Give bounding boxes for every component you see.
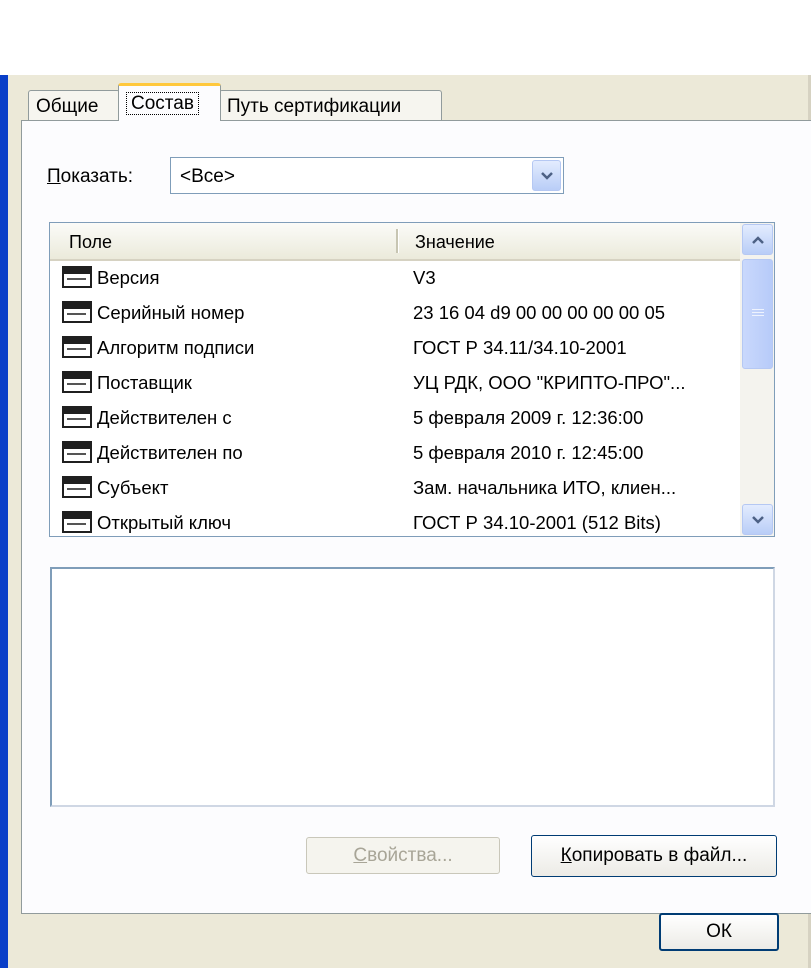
tab-certification-path-label: Путь сертификации xyxy=(227,96,402,117)
list-item-field: Субъект xyxy=(97,477,169,498)
list-item[interactable]: Действителен с 5 февраля 2009 г. 12:36:0… xyxy=(50,401,740,436)
certificate-field-icon xyxy=(62,336,92,358)
list-item-value: ГОСТ Р 34.11/34.10-2001 xyxy=(413,337,627,358)
certificate-field-icon xyxy=(62,441,92,463)
list-item[interactable]: Субъект Зам. начальника ИТО, клиен... xyxy=(50,471,740,506)
list-item[interactable]: Действителен по 5 февраля 2010 г. 12:45:… xyxy=(50,436,740,471)
list-item-value: 23 16 04 d9 00 00 00 00 00 05 xyxy=(413,302,666,323)
chevron-down-icon[interactable] xyxy=(532,160,561,191)
certificate-field-icon xyxy=(62,406,92,428)
list-item-field: Серийный номер xyxy=(97,302,245,323)
show-label: Показать: xyxy=(47,166,134,187)
field-detail-box[interactable] xyxy=(50,567,775,807)
window-frame-left xyxy=(0,75,8,968)
tab-general-label: Общие xyxy=(36,96,99,117)
list-item-field: Версия xyxy=(97,267,160,288)
chevron-up-icon xyxy=(751,235,764,244)
chevron-down-icon xyxy=(751,515,764,524)
copy-to-file-button[interactable]: Копировать в файл... xyxy=(531,835,777,877)
thumb-grip-line xyxy=(752,309,764,310)
list-item-value: V3 xyxy=(413,267,436,288)
show-select-value: <Все> xyxy=(180,166,235,187)
list-item-field: Открытый ключ xyxy=(97,512,231,533)
scroll-thumb[interactable] xyxy=(742,259,773,369)
list-item-value: УЦ РДК, ООО "КРИПТО-ПРО"... xyxy=(413,372,686,393)
thumb-grip-line xyxy=(752,315,764,316)
properties-button[interactable]: Свойства... xyxy=(306,837,500,874)
column-header-value[interactable]: Значение xyxy=(415,232,495,253)
tab-certification-path[interactable]: Путь сертификации xyxy=(219,90,442,121)
list-item[interactable]: Серийный номер 23 16 04 d9 00 00 00 00 0… xyxy=(50,296,740,331)
tab-composition-label: Состав xyxy=(126,92,199,115)
vertical-scrollbar[interactable] xyxy=(740,223,774,536)
list-header: Поле Значение xyxy=(50,223,740,261)
list-item[interactable]: Открытый ключ ГОСТ Р 34.10-2001 (512 Bit… xyxy=(50,506,740,536)
column-divider[interactable] xyxy=(396,229,399,253)
list-item[interactable]: Алгоритм подписи ГОСТ Р 34.11/34.10-2001 xyxy=(50,331,740,366)
certificate-field-icon xyxy=(62,266,92,288)
show-select[interactable]: <Все> xyxy=(170,157,564,194)
tab-composition[interactable]: Состав xyxy=(118,83,221,121)
ok-button[interactable]: ОК xyxy=(659,913,779,951)
list-item-field: Поставщик xyxy=(97,372,192,393)
list-item-value: 5 февраля 2009 г. 12:36:00 xyxy=(413,407,644,428)
list-item-field: Действителен по xyxy=(97,442,243,463)
ok-button-label: ОК xyxy=(706,921,732,942)
list-item-value: ГОСТ Р 34.10-2001 (512 Bits) xyxy=(413,512,661,533)
list-item-field: Алгоритм подписи xyxy=(97,337,255,358)
scroll-down-button[interactable] xyxy=(742,504,773,535)
certificate-field-icon xyxy=(62,511,92,533)
tab-general[interactable]: Общие xyxy=(28,90,120,121)
thumb-grip-line xyxy=(752,312,764,313)
list-item[interactable]: Версия V3 xyxy=(50,261,740,296)
scroll-up-button[interactable] xyxy=(742,224,773,255)
column-header-field[interactable]: Поле xyxy=(69,232,112,253)
fields-list[interactable]: Поле Значение Версия V3 Серийный номер 2… xyxy=(49,222,775,537)
certificate-field-icon xyxy=(62,371,92,393)
list-item-value: 5 февраля 2010 г. 12:45:00 xyxy=(413,442,644,463)
certificate-field-icon xyxy=(62,301,92,323)
list-item[interactable]: Поставщик УЦ РДК, ООО "КРИПТО-ПРО"... xyxy=(50,366,740,401)
list-item-value: Зам. начальника ИТО, клиен... xyxy=(413,477,677,498)
certificate-field-icon xyxy=(62,476,92,498)
list-item-field: Действителен с xyxy=(97,407,232,428)
